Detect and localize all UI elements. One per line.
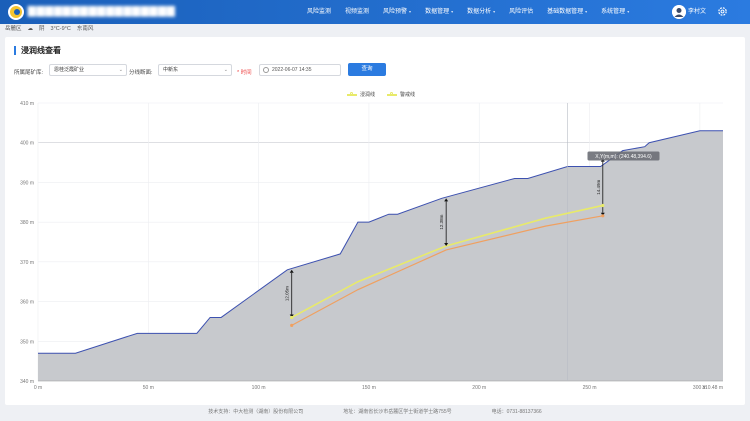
user-name[interactable]: 李村文 bbox=[688, 0, 706, 24]
chevron-down-icon: ▾ bbox=[409, 9, 412, 14]
depth-label: 12.38m bbox=[439, 214, 444, 229]
app-logo-icon bbox=[8, 4, 24, 20]
legend-line-icon bbox=[347, 92, 357, 96]
y-tick-label: 400 m bbox=[20, 141, 34, 147]
chevron-down-icon: ⌄ bbox=[118, 67, 123, 73]
y-tick-label: 360 m bbox=[20, 300, 34, 306]
x-tick-label: 150 m bbox=[362, 385, 376, 391]
line-endpoint bbox=[601, 203, 605, 208]
query-button[interactable]: 查询 bbox=[348, 63, 386, 76]
line-endpoint bbox=[601, 214, 605, 218]
main-panel: 浸润线查看 所属尾矿库: 恩桂泛霞矿业 ⌄ 分线断面: 中新东 ⌄ * 时间 2… bbox=[5, 37, 745, 405]
line-endpoint bbox=[290, 315, 294, 320]
depth-label: 14.49m bbox=[596, 179, 601, 194]
weather-cloud-icon: ☁ bbox=[27, 26, 34, 32]
chart-tooltip-text: X,Y(m,m): (240.48,394.6) bbox=[595, 154, 652, 160]
main-nav: 风险监测 视频监测 风险预警 ▾ 数据管理 ▾ 数据分析 ▾ 风险评估 基础数据管理 ▾ 系统管理 ▾ bbox=[300, 0, 636, 24]
nav-item-label: 风险评估 bbox=[509, 9, 534, 15]
x-tick-label: 250 m bbox=[583, 385, 597, 391]
y-tick-label: 380 m bbox=[20, 220, 34, 226]
top-navbar: ▇▇▇▇▇▇▇▇▇▇▇▇▇▇▇▇▇ 风险监测 视频监测 风险预警 ▾ 数据管理 ▾ 数据分析… bbox=[0, 0, 750, 24]
x-tick-label: 0 m bbox=[34, 385, 42, 391]
footer-address: 地址：湖南省长沙市岳麓区学士街道学士路755号 bbox=[343, 409, 452, 415]
section-select[interactable]: 中新东 ⌄ bbox=[158, 64, 232, 76]
y-tick-label: 410 m bbox=[20, 101, 34, 107]
chevron-down-icon: ▾ bbox=[451, 9, 454, 14]
x-tick-label: 50 m bbox=[143, 385, 154, 391]
chevron-down-icon: ⌄ bbox=[223, 67, 228, 73]
mine-filter-label: 所属尾矿库: bbox=[14, 70, 44, 76]
line-endpoint bbox=[290, 323, 294, 327]
weather-condition: 阴 bbox=[39, 26, 45, 32]
nav-item[interactable]: 基础数据管理 ▾ bbox=[540, 0, 594, 24]
x-tick-label: 100 m bbox=[252, 385, 266, 391]
y-tick-label: 350 m bbox=[20, 339, 34, 345]
clock-icon bbox=[263, 67, 269, 73]
footer-support: 技术支持：中大检测（湖南）股份有限公司 bbox=[208, 409, 304, 415]
page-title: 浸润线查看 bbox=[14, 46, 61, 55]
nav-item[interactable]: 数据分析 ▾ bbox=[460, 0, 502, 24]
footer: 技术支持：中大检测（湖南）股份有限公司 地址：湖南省长沙市岳麓区学士街道学士路7… bbox=[0, 408, 750, 415]
app-title: ▇▇▇▇▇▇▇▇▇▇▇▇▇▇▇▇▇ bbox=[28, 6, 176, 17]
chevron-down-icon: ▾ bbox=[585, 9, 588, 14]
legend-line-icon bbox=[387, 92, 398, 96]
nav-item-label: 视频监测 bbox=[345, 9, 370, 15]
nav-item[interactable]: 风险监测 bbox=[300, 0, 338, 24]
y-tick-label: 370 m bbox=[20, 260, 34, 266]
gear-icon[interactable] bbox=[717, 6, 728, 17]
weather-wind: 东南风 bbox=[76, 26, 94, 32]
time-filter-label: * 时间 bbox=[237, 70, 252, 76]
weather-location: 岳麓区 bbox=[5, 26, 22, 32]
nav-item-label: 风险监测 bbox=[307, 9, 332, 15]
y-tick-label: 390 m bbox=[20, 180, 34, 186]
nav-item-label: 数据管理 bbox=[425, 9, 450, 15]
time-input[interactable]: 2022-06-07 14:35 bbox=[259, 64, 341, 76]
chevron-down-icon: ▾ bbox=[627, 9, 630, 14]
y-tick-label: 340 m bbox=[20, 379, 34, 385]
nav-item[interactable]: 视频监测 bbox=[338, 0, 376, 24]
nav-item[interactable]: 风险评估 bbox=[502, 0, 540, 24]
section-filter-label: 分线断面: bbox=[129, 70, 153, 76]
mine-select-value: 恩桂泛霞矿业 bbox=[54, 67, 85, 73]
nav-item[interactable]: 系统管理 ▾ bbox=[594, 0, 636, 24]
mine-select[interactable]: 恩桂泛霞矿业 ⌄ bbox=[49, 64, 127, 76]
seepage-chart[interactable]: 340 m 350 m 360 m 370 m 380 m 390 m 400 m 410 m… bbox=[5, 97, 745, 397]
x-tick-label: 310.48 m bbox=[702, 385, 723, 391]
nav-item-label: 系统管理 bbox=[601, 9, 626, 15]
chevron-down-icon: ▾ bbox=[493, 9, 496, 14]
nav-item-label: 基础数据管理 bbox=[547, 9, 584, 15]
nav-item-label: 数据分析 bbox=[467, 9, 492, 15]
nav-item[interactable]: 数据管理 ▾ bbox=[418, 0, 460, 24]
depth-label: 12.05m bbox=[285, 286, 290, 301]
weather-bar: 岳麓区 ☁ 阴 3°C-9°C 东南风 bbox=[5, 24, 93, 34]
x-tick-label: 200 m bbox=[472, 385, 486, 391]
footer-phone: 电话：0731-88137366 bbox=[491, 409, 542, 415]
weather-temperature: 3°C-9°C bbox=[50, 26, 71, 32]
nav-item[interactable]: 风险预警 ▾ bbox=[376, 0, 418, 24]
nav-item-label: 风险预警 bbox=[383, 9, 408, 15]
user-avatar-icon[interactable] bbox=[672, 5, 686, 19]
terrain-area bbox=[38, 130, 723, 381]
time-input-value: 2022-06-07 14:35 bbox=[272, 67, 312, 73]
section-select-value: 中新东 bbox=[163, 67, 179, 73]
